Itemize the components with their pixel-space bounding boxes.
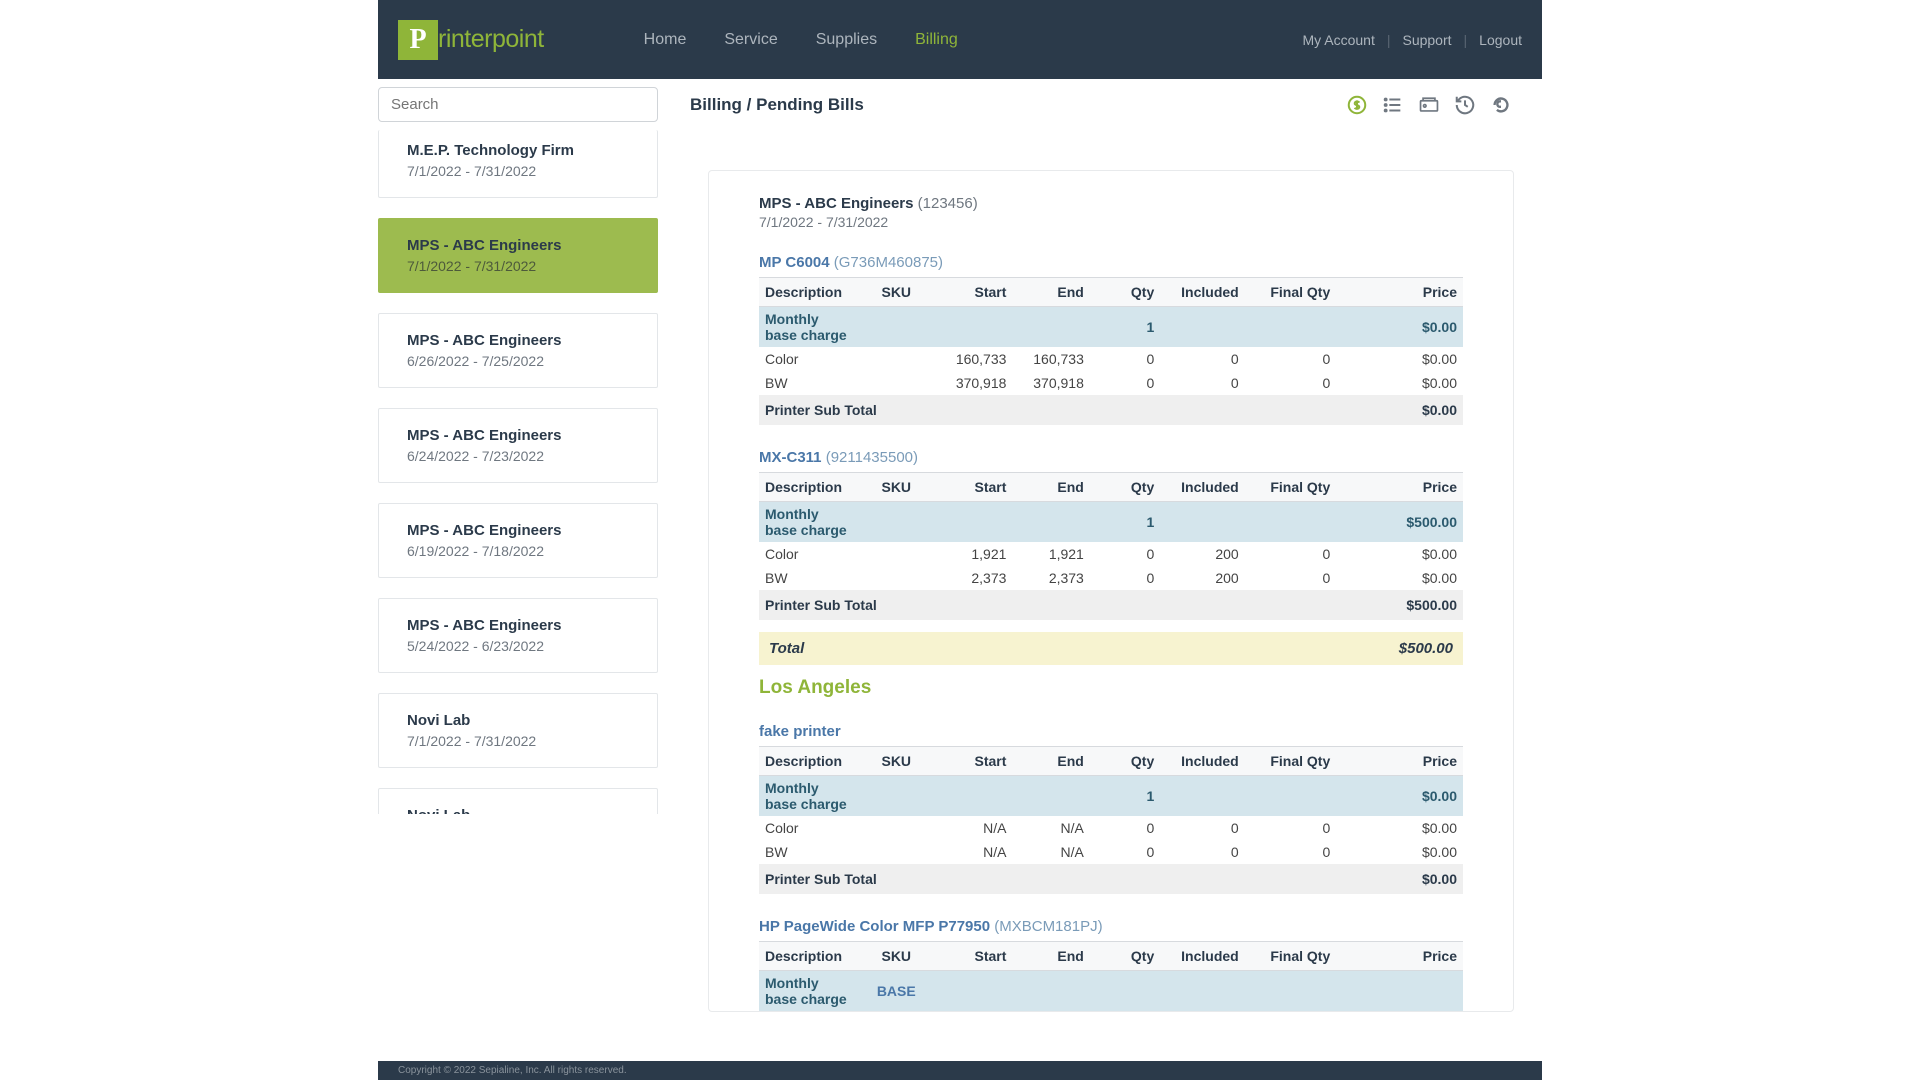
- bills-sidebar: M.E.P. Technology Firm 7/1/2022 - 7/31/20…: [378, 130, 658, 1012]
- receipt-icon[interactable]: [1418, 94, 1440, 116]
- base-charge-row: Monthly base charge1$500.00: [759, 502, 1463, 543]
- sidebar-item-dates: 6/24/2022 - 7/23/2022: [407, 448, 633, 464]
- printer-block: HP PageWide Color MFP P77950 (MXBCM181PJ…: [759, 918, 1463, 1011]
- sidebar-item[interactable]: MPS - ABC Engineers 6/26/2022 - 7/25/2022: [378, 313, 658, 388]
- sidebar-item[interactable]: MPS - ABC Engineers 6/19/2022 - 7/18/2022: [378, 503, 658, 578]
- logo-p-icon: P: [398, 20, 438, 60]
- nav-billing[interactable]: Billing: [915, 31, 958, 49]
- table-row: BW370,918370,918000$0.00: [759, 371, 1463, 395]
- bill-dates: 7/1/2022 - 7/31/2022: [759, 214, 1463, 230]
- sidebar-item[interactable]: MPS - ABC Engineers 5/24/2022 - 6/23/2022: [378, 598, 658, 673]
- printer-block: fake printer DescriptionSKUStartEndQtyInc…: [759, 723, 1463, 894]
- logo[interactable]: P rinterpoint: [398, 20, 544, 60]
- history-icon[interactable]: [1454, 94, 1476, 116]
- total-label: Total: [769, 640, 804, 657]
- printer-name[interactable]: MX-C311 (9211435500): [759, 449, 1463, 466]
- bill-title: MPS - ABC Engineers (123456): [759, 195, 1463, 212]
- sidebar-item-dates: 6/19/2022 - 7/18/2022: [407, 543, 633, 559]
- sidebar-item-dates: 7/1/2022 - 7/31/2022: [407, 733, 633, 749]
- printer-name[interactable]: HP PageWide Color MFP P77950 (MXBCM181PJ…: [759, 918, 1463, 935]
- printer-table: DescriptionSKUStartEndQtyIncludedFinal Q…: [759, 941, 1463, 1011]
- base-charge-row: Monthly base charge1$0.00: [759, 307, 1463, 348]
- table-row: BWN/AN/A000$0.00: [759, 840, 1463, 864]
- list-icon[interactable]: [1382, 94, 1404, 116]
- action-icons: [1346, 94, 1542, 116]
- sidebar-item-dates: 5/24/2022 - 6/23/2022: [407, 638, 633, 654]
- export-icon[interactable]: [1490, 94, 1512, 116]
- sidebar-item-dates: 6/26/2022 - 7/25/2022: [407, 353, 633, 369]
- sidebar-item[interactable]: M.E.P. Technology Firm 7/1/2022 - 7/31/20…: [378, 130, 658, 198]
- printer-name[interactable]: fake printer: [759, 723, 1463, 740]
- table-row: Color1,9211,92102000$0.00: [759, 542, 1463, 566]
- sidebar-item-dates: 7/1/2022 - 7/31/2022: [407, 163, 633, 179]
- nav-service[interactable]: Service: [724, 31, 777, 49]
- sidebar-item-name: Novi Lab: [407, 807, 633, 814]
- printer-block: MP C6004 (G736M460875) DescriptionSKUStar…: [759, 254, 1463, 425]
- bill-detail: MPS - ABC Engineers (123456) 7/1/2022 - …: [658, 130, 1542, 1012]
- dollar-icon[interactable]: [1346, 94, 1368, 116]
- sidebar-item[interactable]: Novi Lab6/1/2022 - 6/30/2022: [378, 788, 658, 814]
- printer-table: DescriptionSKUStartEndQtyIncludedFinal Q…: [759, 277, 1463, 425]
- sidebar-item-dates: 7/1/2022 - 7/31/2022: [407, 258, 633, 274]
- sidebar-item-name: M.E.P. Technology Firm: [407, 142, 633, 159]
- printer-name[interactable]: MP C6004 (G736M460875): [759, 254, 1463, 271]
- total-value: $500.00: [1399, 640, 1453, 657]
- sidebar-item-name: MPS - ABC Engineers: [407, 237, 633, 254]
- subtotal-row: Printer Sub Total$0.00: [759, 395, 1463, 425]
- sidebar-item[interactable]: MPS - ABC Engineers 6/24/2022 - 7/23/2022: [378, 408, 658, 483]
- printer-table: DescriptionSKUStartEndQtyIncludedFinal Q…: [759, 746, 1463, 894]
- printer-table: DescriptionSKUStartEndQtyIncludedFinal Q…: [759, 472, 1463, 620]
- sidebar-item-name: MPS - ABC Engineers: [407, 617, 633, 634]
- footer-copyright: Copyright © 2022 Sepialine, Inc. All rig…: [378, 1061, 1542, 1080]
- location-header: Los Angeles: [759, 677, 1463, 699]
- table-row: Color160,733160,733000$0.00: [759, 347, 1463, 371]
- support-link[interactable]: Support: [1402, 32, 1451, 48]
- my-account-link[interactable]: My Account: [1302, 32, 1374, 48]
- subtotal-row: Printer Sub Total$500.00: [759, 590, 1463, 620]
- sidebar-item-name: Novi Lab: [407, 712, 633, 729]
- nav-home[interactable]: Home: [644, 31, 687, 49]
- base-charge-row: Monthly base chargeBASE: [759, 971, 1463, 1012]
- account-links: My Account | Support | Logout: [1302, 32, 1522, 48]
- sidebar-item[interactable]: Novi Lab 7/1/2022 - 7/31/2022: [378, 693, 658, 768]
- table-row: ColorN/AN/A000$0.00: [759, 816, 1463, 840]
- page-title: Billing / Pending Bills: [690, 95, 1346, 115]
- sidebar-item-name: MPS - ABC Engineers: [407, 332, 633, 349]
- logo-text: rinterpoint: [438, 25, 544, 54]
- sidebar-item[interactable]: MPS - ABC Engineers 7/1/2022 - 7/31/2022: [378, 218, 658, 293]
- nav-supplies[interactable]: Supplies: [816, 31, 877, 49]
- subtotal-row: Printer Sub Total$0.00: [759, 864, 1463, 894]
- sidebar-item-name: MPS - ABC Engineers: [407, 522, 633, 539]
- grand-total-row: Total $500.00: [759, 632, 1463, 665]
- topbar: P rinterpoint Home Service Supplies Bill…: [378, 0, 1542, 79]
- logout-link[interactable]: Logout: [1479, 32, 1522, 48]
- search-input[interactable]: [378, 87, 658, 122]
- sidebar-item-name: MPS - ABC Engineers: [407, 427, 633, 444]
- base-charge-row: Monthly base charge1$0.00: [759, 776, 1463, 817]
- printer-block: MX-C311 (9211435500) DescriptionSKUStartE…: [759, 449, 1463, 620]
- table-row: BW2,3732,37302000$0.00: [759, 566, 1463, 590]
- main-nav: Home Service Supplies Billing: [644, 31, 1303, 49]
